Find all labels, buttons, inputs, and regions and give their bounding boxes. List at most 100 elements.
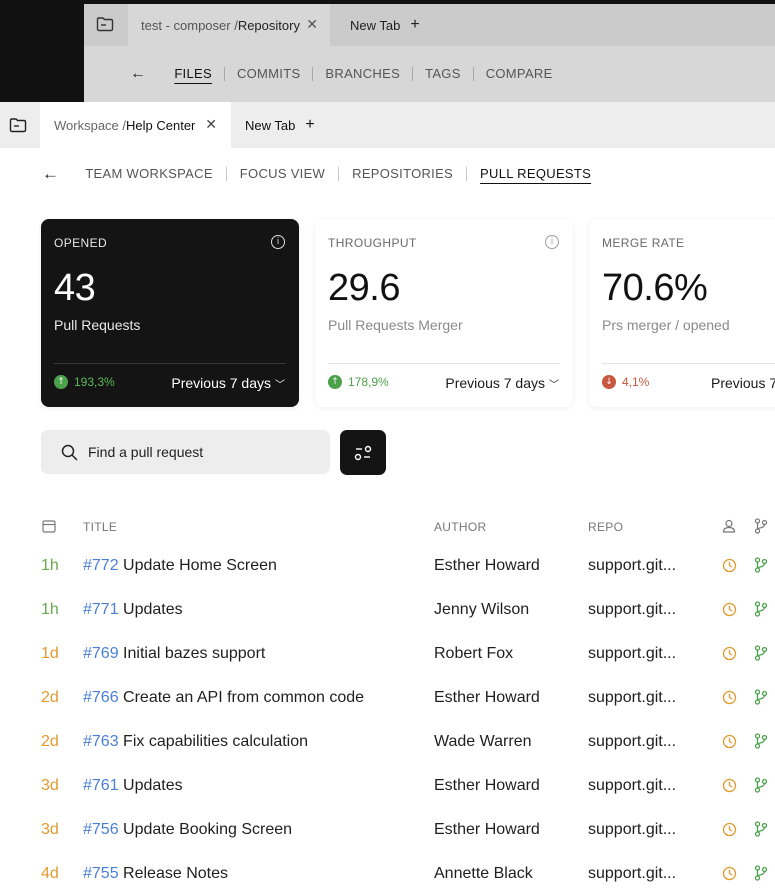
change-indicator: ↑ 178,9% bbox=[328, 375, 389, 389]
close-icon[interactable]: ✕ bbox=[306, 16, 318, 33]
calendar-icon[interactable] bbox=[42, 519, 56, 533]
nav-team-workspace[interactable]: TEAM WORKSPACE bbox=[85, 167, 225, 181]
pr-title[interactable]: Update Home Screen bbox=[123, 557, 277, 574]
period-dropdown[interactable]: Previous 7 days bbox=[711, 375, 775, 391]
row-author: Jenny Wilson bbox=[434, 601, 530, 618]
column-title[interactable]: TITLE bbox=[83, 520, 117, 534]
user-icon[interactable] bbox=[722, 519, 736, 533]
search-icon bbox=[61, 444, 78, 460]
pr-title[interactable]: Release Notes bbox=[123, 865, 228, 882]
tab-path: Workspace / bbox=[54, 117, 127, 133]
nav-files[interactable]: FILES bbox=[174, 67, 224, 81]
row-repo[interactable]: support.git... bbox=[588, 645, 676, 663]
row-title-cell: #761 Updates bbox=[83, 777, 183, 795]
pr-number-link[interactable]: #763 bbox=[83, 733, 119, 750]
table-row[interactable]: 2d #763 Fix capabilities calculation Wad… bbox=[0, 720, 775, 764]
branch-icon bbox=[754, 733, 768, 749]
table-row[interactable]: 2d #766 Create an API from common code E… bbox=[0, 676, 775, 720]
tab-help-center[interactable]: Workspace / Help Center ✕ bbox=[40, 102, 231, 148]
row-author: Esther Howard bbox=[434, 777, 540, 794]
row-repo[interactable]: support.git... bbox=[588, 777, 676, 795]
period-label: Previous 7 days bbox=[445, 375, 545, 391]
branch-icon bbox=[754, 557, 768, 573]
pr-number-link[interactable]: #771 bbox=[83, 601, 119, 618]
table-row[interactable]: 3d #761 Updates Esther Howard support.gi… bbox=[0, 764, 775, 808]
background-tab-repository[interactable]: test - composer / Repository ✕ bbox=[128, 4, 330, 46]
row-title-cell: #772 Update Home Screen bbox=[83, 557, 277, 575]
nav-repositories[interactable]: REPOSITORIES bbox=[338, 167, 466, 181]
nav-pull-requests[interactable]: PULL REQUESTS bbox=[466, 167, 604, 181]
chevron-down-icon: ﹀ bbox=[549, 380, 559, 391]
nav-compare[interactable]: COMPARE bbox=[472, 67, 565, 81]
row-repo[interactable]: support.git... bbox=[588, 689, 676, 707]
card-divider bbox=[328, 363, 560, 364]
plus-icon[interactable]: + bbox=[305, 116, 314, 134]
pr-title[interactable]: Updates bbox=[123, 777, 183, 794]
new-tab-label: New Tab bbox=[245, 117, 296, 133]
table-row[interactable]: 3d #756 Update Booking Screen Esther How… bbox=[0, 808, 775, 852]
pr-number-link[interactable]: #756 bbox=[83, 821, 119, 838]
folder-icon[interactable] bbox=[9, 117, 27, 133]
branch-icon bbox=[754, 689, 768, 705]
pr-title[interactable]: Fix capabilities calculation bbox=[123, 733, 308, 750]
row-repo[interactable]: support.git... bbox=[588, 821, 676, 839]
nav-tags[interactable]: TAGS bbox=[412, 67, 473, 81]
row-repo[interactable]: support.git... bbox=[588, 601, 676, 619]
table-row[interactable]: 4d #755 Release Notes Annette Black supp… bbox=[0, 852, 775, 895]
clock-icon bbox=[722, 778, 737, 793]
arrow-down-icon: ↓ bbox=[602, 375, 616, 389]
background-window: test - composer / Repository ✕ New Tab +… bbox=[0, 0, 775, 102]
background-window-content: test - composer / Repository ✕ New Tab +… bbox=[84, 4, 775, 102]
pr-number-link[interactable]: #772 bbox=[83, 557, 119, 574]
row-age: 3d bbox=[41, 821, 59, 838]
pr-number-link[interactable]: #761 bbox=[83, 777, 119, 794]
search-box[interactable] bbox=[41, 430, 330, 474]
branch-icon bbox=[754, 601, 768, 617]
row-author: Annette Black bbox=[434, 865, 533, 882]
row-repo[interactable]: support.git... bbox=[588, 557, 676, 575]
nav-commits[interactable]: COMMITS bbox=[223, 67, 312, 81]
tab-name: Repository bbox=[237, 17, 300, 33]
column-author[interactable]: AUTHOR bbox=[434, 520, 486, 534]
table-header: TITLE AUTHOR REPO bbox=[0, 512, 775, 540]
back-arrow-icon[interactable]: ← bbox=[130, 65, 146, 83]
info-icon[interactable]: i bbox=[271, 235, 285, 249]
clock-icon bbox=[722, 558, 737, 573]
nav-focus-view[interactable]: FOCUS VIEW bbox=[225, 167, 338, 181]
pr-title[interactable]: Updates bbox=[123, 601, 183, 618]
pr-number-link[interactable]: #755 bbox=[83, 865, 119, 882]
row-repo[interactable]: support.git... bbox=[588, 733, 676, 751]
info-icon[interactable]: i bbox=[545, 235, 559, 249]
branch-icon bbox=[754, 777, 768, 793]
pr-title[interactable]: Update Booking Screen bbox=[123, 821, 292, 838]
pr-title[interactable]: Create an API from common code bbox=[123, 689, 364, 706]
nav-branches[interactable]: BRANCHES bbox=[312, 67, 412, 81]
clock-icon bbox=[722, 734, 737, 749]
new-tab[interactable]: New Tab + bbox=[245, 102, 315, 148]
close-icon[interactable]: ✕ bbox=[205, 116, 217, 133]
plus-icon[interactable]: + bbox=[410, 16, 419, 34]
search-input[interactable] bbox=[88, 444, 308, 460]
folder-icon[interactable] bbox=[96, 16, 114, 32]
filter-button[interactable] bbox=[340, 430, 386, 475]
column-repo[interactable]: REPO bbox=[588, 520, 623, 534]
sub-navigation: ← TEAM WORKSPACE FOCUS VIEW REPOSITORIES… bbox=[0, 148, 775, 200]
row-author: Esther Howard bbox=[434, 557, 540, 574]
clock-icon bbox=[722, 822, 737, 837]
card-label: MERGE RATE bbox=[602, 236, 685, 250]
table-row[interactable]: 1h #772 Update Home Screen Esther Howard… bbox=[0, 544, 775, 588]
row-author: Esther Howard bbox=[434, 689, 540, 706]
pr-number-link[interactable]: #769 bbox=[83, 645, 119, 662]
row-repo[interactable]: support.git... bbox=[588, 865, 676, 883]
card-subtitle: Pull Requests Merger bbox=[328, 317, 463, 333]
pr-number-link[interactable]: #766 bbox=[83, 689, 119, 706]
background-new-tab[interactable]: New Tab + bbox=[350, 4, 420, 46]
branch-icon[interactable] bbox=[754, 518, 768, 534]
pr-title[interactable]: Initial bazes support bbox=[123, 645, 265, 662]
period-label: Previous 7 days bbox=[171, 375, 271, 391]
back-arrow-icon[interactable]: ← bbox=[42, 164, 59, 184]
table-row[interactable]: 1d #769 Initial bazes support Robert Fox… bbox=[0, 632, 775, 676]
table-row[interactable]: 1h #771 Updates Jenny Wilson support.git… bbox=[0, 588, 775, 632]
period-dropdown[interactable]: Previous 7 days ﹀ bbox=[171, 375, 285, 391]
period-dropdown[interactable]: Previous 7 days ﹀ bbox=[445, 375, 559, 391]
